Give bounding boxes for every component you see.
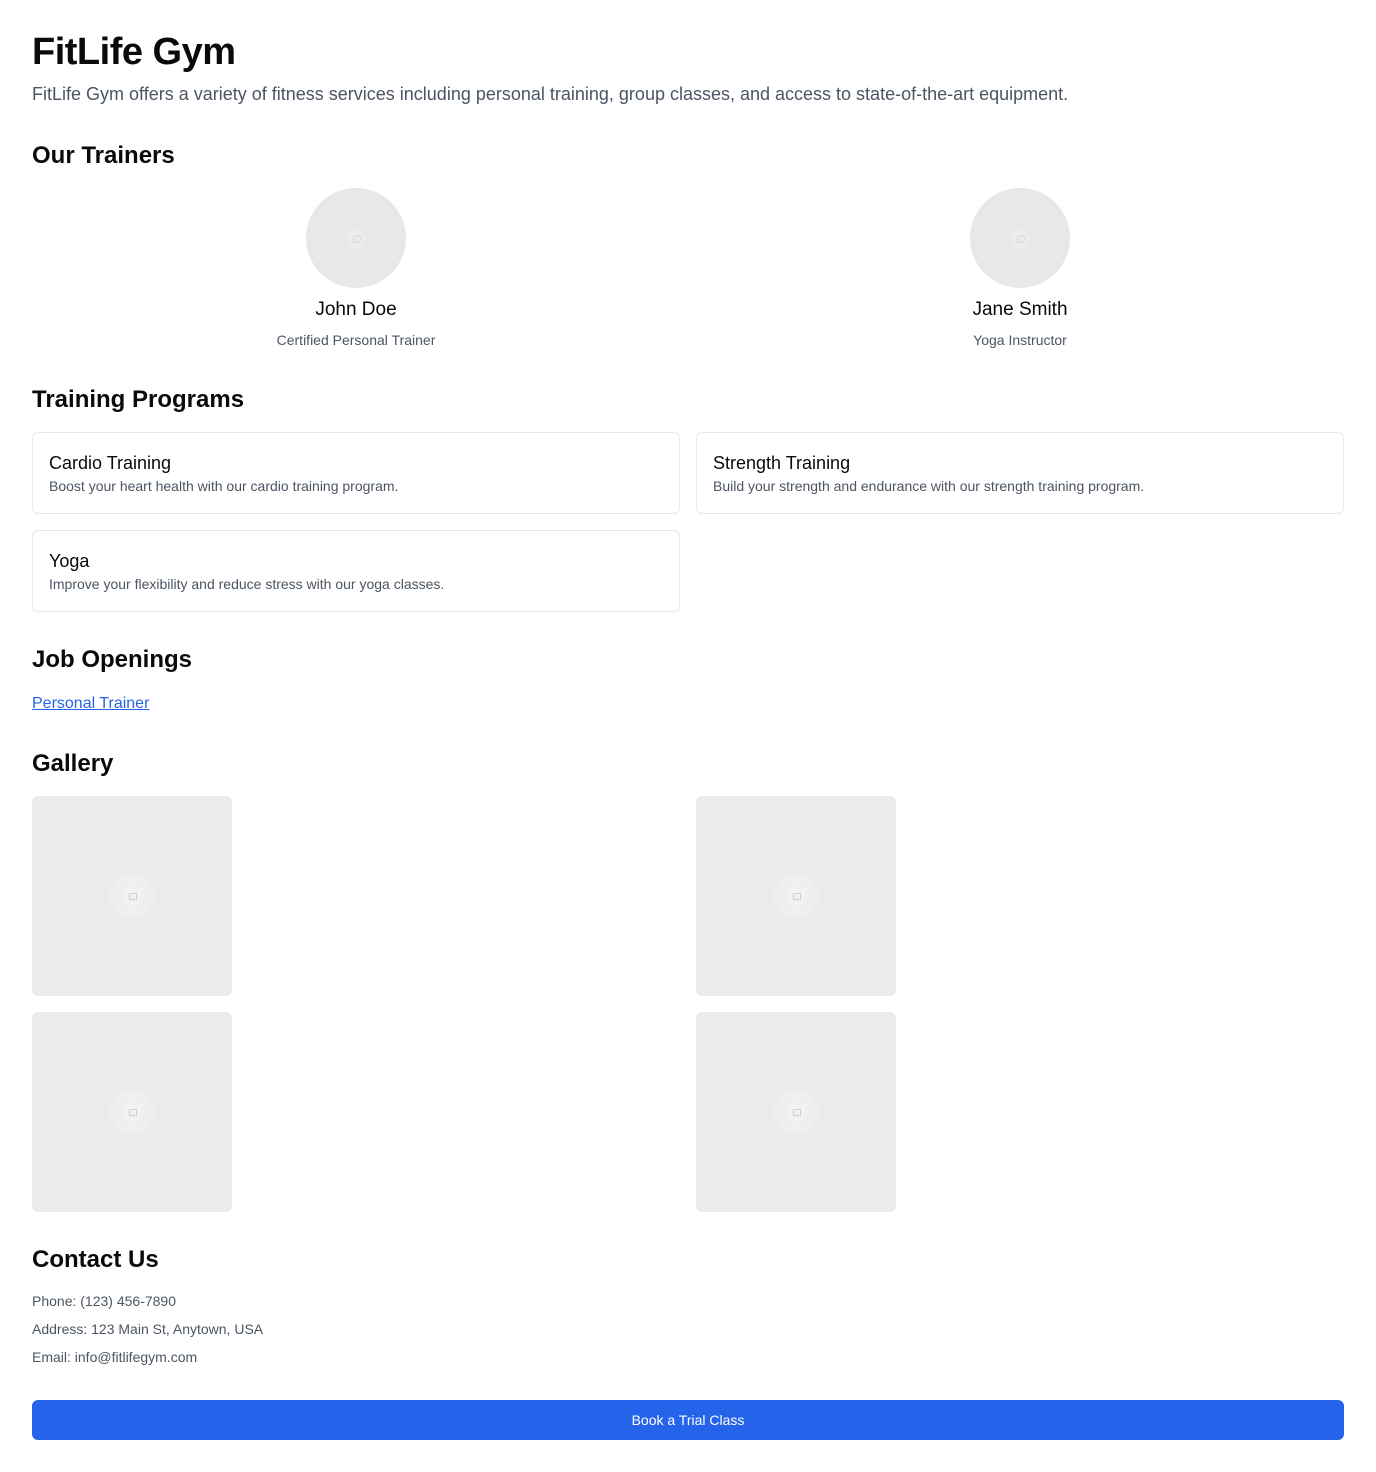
image-placeholder-icon [774,1090,818,1134]
program-card-yoga: Yoga Improve your flexibility and reduce… [32,530,680,612]
program-description: Build your strength and endurance with o… [713,478,1145,494]
image-placeholder-icon [774,874,818,918]
gallery-heading: Gallery [32,750,114,777]
contact-address: Address: 123 Main St, Anytown, USA [32,1321,264,1337]
contact-phone: Phone: (123) 456-7890 [32,1293,176,1309]
program-title: Yoga [49,551,90,571]
gallery-image [32,796,232,996]
avatar-placeholder-icon [1010,228,1030,248]
contact-email: Email: info@fitlifegym.com [32,1349,198,1365]
gallery-image [32,1012,232,1212]
program-description: Boost your heart health with our cardio … [49,478,399,494]
program-card-cardio: Cardio Training Boost your heart health … [32,432,680,514]
trainer-card: John Doe Certified Personal Trainer [32,188,680,350]
site-title: FitLife Gym [32,31,236,73]
programs-heading: Training Programs [32,386,245,413]
gallery-image [696,796,896,996]
program-card-strength: Strength Training Build your strength an… [696,432,1344,514]
image-placeholder-icon [110,1090,154,1134]
trainer-name: John Doe [315,299,397,320]
program-title: Cardio Training [49,453,172,473]
gallery-image [696,1012,896,1212]
trainers-heading: Our Trainers [32,142,175,169]
image-placeholder-icon [110,874,154,918]
job-link-personal-trainer[interactable]: Personal Trainer [32,693,149,715]
program-title: Strength Training [713,453,851,473]
trainer-role: Yoga Instructor [973,332,1067,348]
jobs-heading: Job Openings [32,646,193,673]
avatar [970,188,1070,288]
avatar [306,188,406,288]
contact-heading: Contact Us [32,1246,159,1273]
avatar-placeholder-icon [346,228,366,248]
trainer-name: Jane Smith [972,299,1068,320]
book-trial-class-button[interactable]: Book a Trial Class [32,1400,1344,1440]
program-description: Improve your flexibility and reduce stre… [49,576,445,592]
trainer-role: Certified Personal Trainer [276,332,436,348]
site-description: FitLife Gym offers a variety of fitness … [32,84,1069,104]
trainer-card: Jane Smith Yoga Instructor [696,188,1344,350]
